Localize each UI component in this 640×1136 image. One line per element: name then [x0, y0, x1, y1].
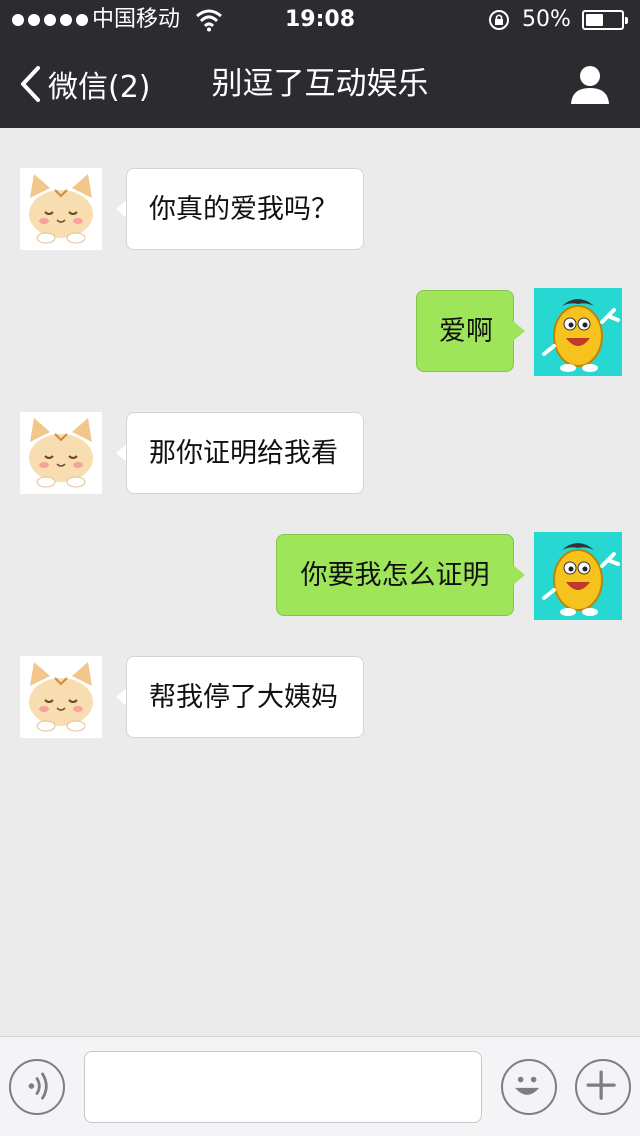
voice-icon	[28, 1072, 48, 1100]
message-bubble[interactable]: 你真的爱我吗？	[126, 168, 364, 250]
rotation-lock-icon	[489, 10, 509, 30]
message-incoming: 你真的爱我吗？	[0, 168, 640, 250]
chat-title: 别逗了互动娱乐	[211, 66, 429, 102]
message-bubble[interactable]: 爱啊	[416, 290, 514, 372]
message-bubble[interactable]: 帮我停了大姨妈	[126, 656, 364, 738]
profile-icon[interactable]	[568, 64, 612, 104]
chat-area: 你真的爱我吗？ 爱啊 那你证明给我看 你要我怎么证明 帮我停了大姨妈	[0, 128, 640, 1036]
message-bubble[interactable]: 你要我怎么证明	[276, 534, 514, 616]
emoji-icon	[515, 1076, 540, 1095]
more-button[interactable]	[575, 1059, 631, 1115]
top-header: 中国移动 19:08 50% 微信(2) 别逗了互动娱乐	[0, 0, 640, 128]
battery-percent: 50%	[522, 7, 571, 32]
voice-button[interactable]	[9, 1059, 65, 1115]
chevron-left-icon	[21, 66, 40, 102]
cat-avatar[interactable]	[20, 412, 102, 494]
back-label: 微信(2)	[48, 70, 151, 105]
input-bar	[0, 1036, 640, 1136]
message-incoming: 帮我停了大姨妈	[0, 656, 640, 738]
back-button[interactable]: 微信(2)	[18, 62, 151, 106]
potato-avatar[interactable]	[534, 288, 622, 376]
message-outgoing: 爱啊	[0, 288, 640, 376]
cat-avatar[interactable]	[20, 168, 102, 250]
plus-icon	[586, 1070, 616, 1100]
message-incoming: 那你证明给我看	[0, 412, 640, 494]
nav-bar: 微信(2) 别逗了互动娱乐	[0, 40, 640, 128]
battery-icon	[582, 10, 628, 30]
potato-avatar[interactable]	[534, 532, 622, 620]
status-bar: 中国移动 19:08 50%	[0, 0, 640, 40]
cat-avatar[interactable]	[20, 656, 102, 738]
message-bubble[interactable]: 那你证明给我看	[126, 412, 364, 494]
message-outgoing: 你要我怎么证明	[0, 532, 640, 620]
emoji-button[interactable]	[501, 1059, 557, 1115]
message-input[interactable]	[84, 1051, 482, 1123]
